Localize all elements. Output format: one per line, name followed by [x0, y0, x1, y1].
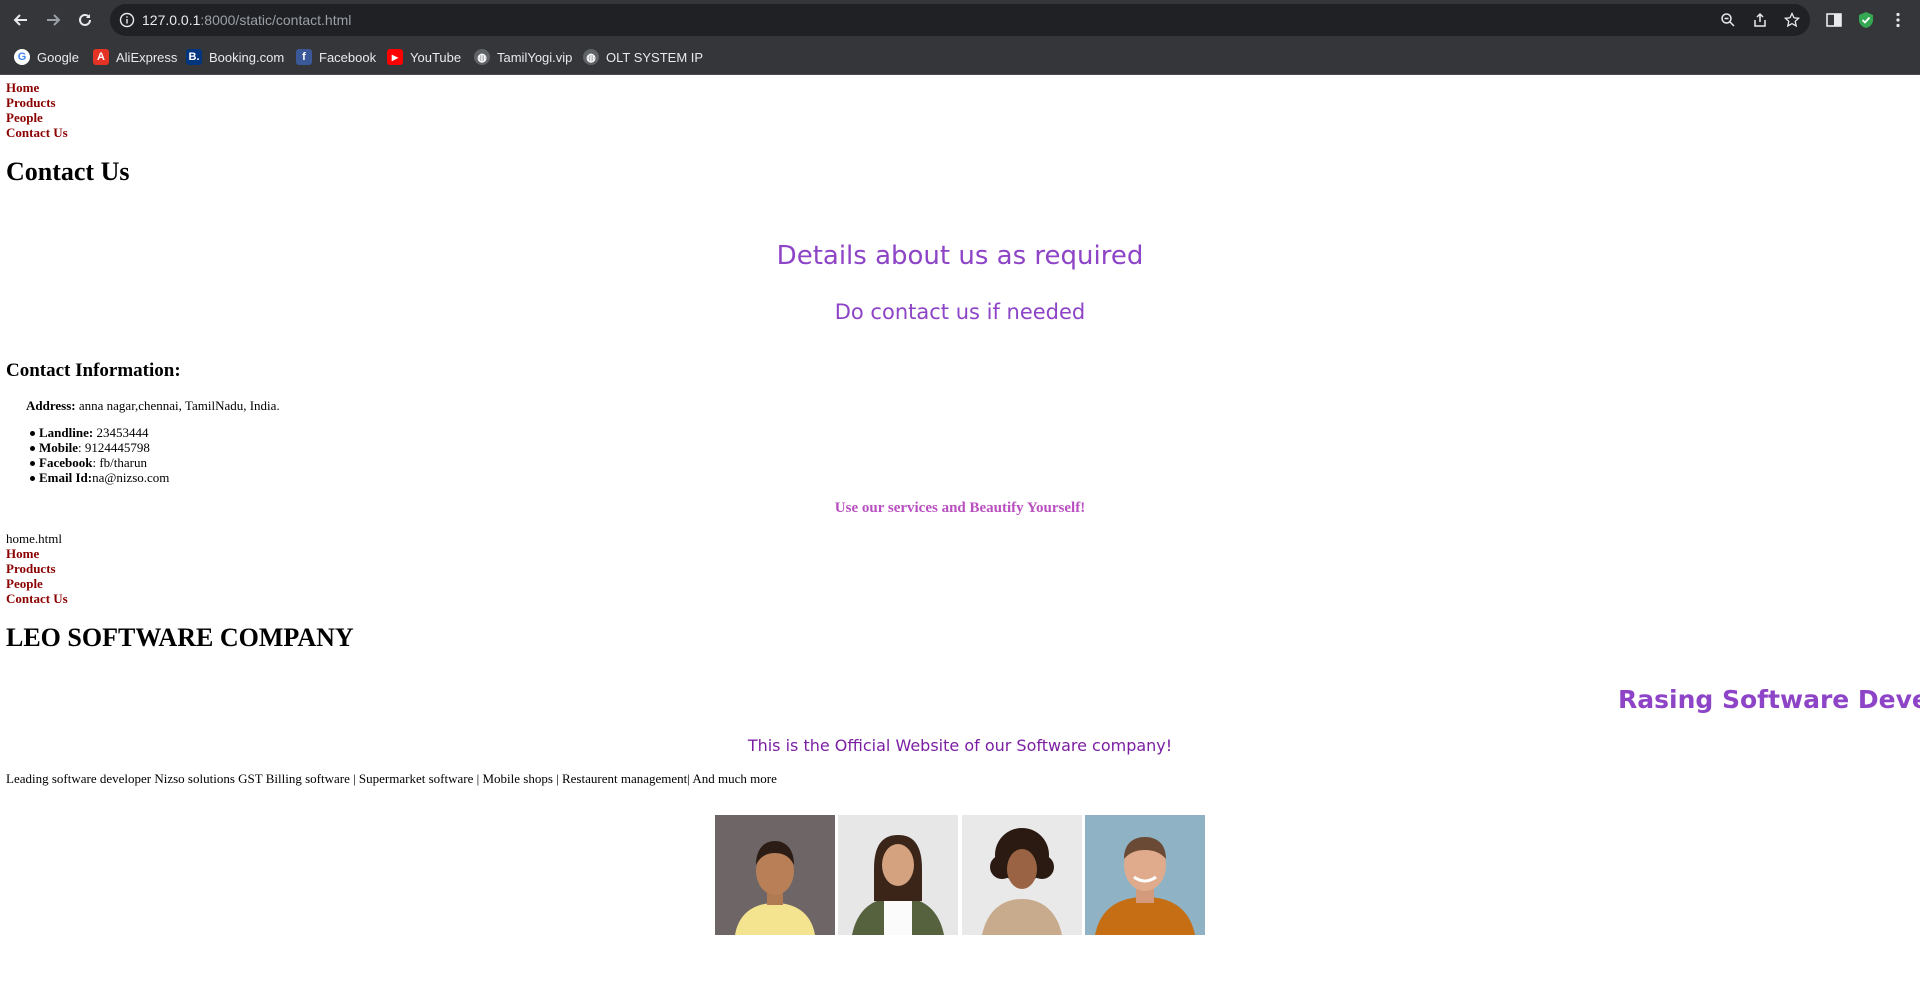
list-item-facebook: Facebook: fb/tharun	[39, 455, 147, 471]
person-photo-4	[1085, 815, 1205, 935]
bookmark-olt[interactable]: ◍ OLT SYSTEM IP	[583, 40, 703, 74]
item-value: 23453444	[93, 425, 149, 440]
contact-heading: Do contact us if needed	[834, 300, 1086, 324]
bullet	[30, 431, 35, 436]
embedded-nav-products-link[interactable]: Products	[6, 561, 56, 576]
person-photo-3	[962, 815, 1082, 935]
item-value: na@nizso.com	[92, 470, 170, 485]
embedded-nav-people-link[interactable]: People	[6, 576, 43, 591]
bookmark-facebook[interactable]: f Facebook	[296, 40, 376, 74]
official-text: This is the Official Website of our Soft…	[747, 736, 1173, 755]
person-photo-1	[715, 815, 835, 935]
bookmark-label: YouTube	[410, 49, 462, 65]
bookmark-label: Google	[37, 49, 79, 65]
zoom-icon[interactable]	[1720, 12, 1736, 28]
nav-people-link[interactable]: People	[6, 110, 43, 125]
bullet	[30, 476, 35, 481]
item-value: : fb/tharun	[92, 455, 147, 470]
person-photo-2	[838, 815, 958, 935]
sidepanel-icon[interactable]	[1824, 10, 1844, 30]
nav-contact-link[interactable]: Contact Us	[6, 125, 68, 140]
url-host: 127.0.0.1	[142, 12, 201, 28]
nav-products-link[interactable]: Products	[6, 95, 56, 110]
bookmark-google[interactable]: G Google	[14, 40, 79, 74]
list-item-mobile: Mobile: 9124445798	[39, 440, 150, 456]
address-label: Address:	[26, 398, 76, 413]
bookmark-booking[interactable]: B. Booking.com	[186, 40, 284, 74]
info-icon[interactable]	[119, 12, 135, 28]
bookmarks-bar: G Google A AliExpress B. Booking.com f F…	[0, 40, 1920, 75]
facebook-icon: f	[296, 49, 312, 65]
bullet	[30, 461, 35, 466]
contact-info-title: Contact Information:	[6, 360, 181, 381]
list-item-email: Email Id:na@nizso.com	[39, 470, 169, 486]
browser-toolbar: 127.0.0.1:8000/static/contact.html	[0, 0, 1920, 40]
description-text: Leading software developer Nizso solutio…	[6, 771, 777, 786]
google-icon: G	[14, 49, 30, 65]
details-heading: Details about us as required	[776, 241, 1144, 271]
aliexpress-icon: A	[93, 49, 109, 65]
forward-arrow-icon[interactable]	[42, 9, 64, 31]
star-icon[interactable]	[1783, 11, 1801, 28]
embedded-nav-contact-link[interactable]: Contact Us	[6, 591, 68, 606]
bookmark-label: Booking.com	[209, 49, 285, 65]
menu-dots-icon[interactable]	[1888, 10, 1908, 30]
item-label: Landline:	[39, 425, 94, 440]
bookmark-label: Facebook	[319, 49, 377, 65]
bookmark-tamilyogi[interactable]: ◍ TamilYogi.vip	[474, 40, 572, 74]
booking-icon: B.	[186, 49, 202, 65]
share-icon[interactable]	[1752, 12, 1768, 28]
page-content: Home Products People Contact Us Contact …	[0, 75, 1920, 998]
address-line: Address: anna nagar,chennai, TamilNadu, …	[26, 398, 280, 414]
bookmark-aliexpress[interactable]: A AliExpress	[93, 40, 177, 74]
marquee-text: Rasing Software Develo	[1618, 685, 1920, 714]
address-value: anna nagar,chennai, TamilNadu, India.	[75, 398, 280, 413]
nav-home-link[interactable]: Home	[6, 80, 39, 95]
embedded-nav-home-link[interactable]: Home	[6, 546, 39, 561]
globe-icon: ◍	[474, 49, 490, 65]
item-value: : 9124445798	[78, 440, 150, 455]
list-item-landline: Landline: 23453444	[39, 425, 148, 441]
item-label: Mobile	[39, 440, 78, 455]
youtube-icon: ▶	[387, 49, 403, 65]
embedded-filename: home.html	[6, 531, 62, 546]
bookmark-label: OLT SYSTEM IP	[606, 49, 704, 65]
reload-icon[interactable]	[74, 9, 96, 31]
back-arrow-icon[interactable]	[10, 9, 32, 31]
bullet	[30, 446, 35, 451]
tagline: Use our services and Beautify Yourself!	[834, 500, 1086, 516]
globe-icon: ◍	[583, 49, 599, 65]
bookmark-label: TamilYogi.vip	[497, 49, 573, 65]
item-label: Email Id:	[39, 470, 93, 485]
item-label: Facebook	[39, 455, 93, 470]
url-path: :8000/static/contact.html	[200, 12, 352, 28]
page-title: Contact Us	[6, 157, 130, 186]
company-title: LEO SOFTWARE COMPANY	[6, 623, 354, 652]
address-bar[interactable]: 127.0.0.1:8000/static/contact.html	[110, 4, 1810, 36]
url-text[interactable]: 127.0.0.1:8000/static/contact.html	[142, 4, 351, 36]
bookmark-youtube[interactable]: ▶ YouTube	[387, 40, 461, 74]
extension-shield-icon[interactable]	[1856, 10, 1876, 30]
bookmark-label: AliExpress	[116, 49, 178, 65]
